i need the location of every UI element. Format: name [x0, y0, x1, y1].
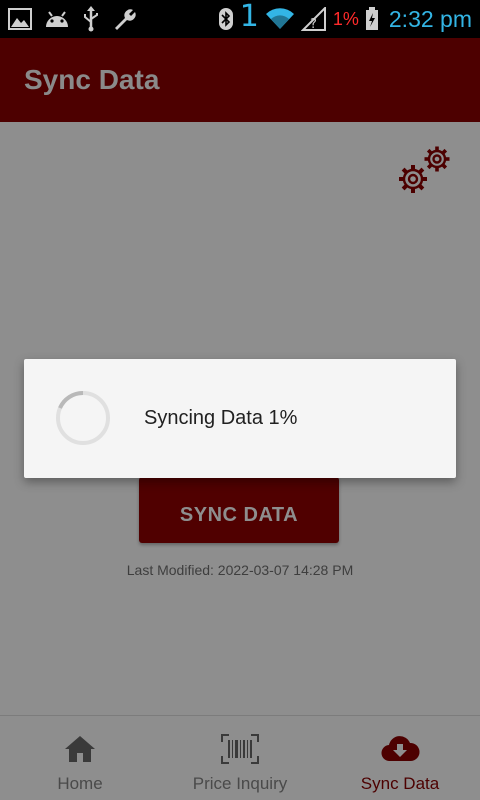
barcode-scan-icon: [221, 732, 259, 766]
wifi-icon: [265, 6, 295, 32]
nav-label-price-inquiry: Price Inquiry: [192, 774, 288, 793]
nav-label-home: Home: [57, 774, 103, 793]
battery-charging-icon: [365, 6, 379, 32]
nav-item-home[interactable]: Home: [0, 716, 160, 800]
status-bar: 1 ? 1% 2:32 pm: [0, 0, 480, 38]
svg-text:?: ?: [310, 17, 317, 31]
signal-icon: ?: [300, 6, 327, 32]
network-indicator: 1: [239, 0, 259, 34]
status-time: 2:32 pm: [388, 5, 472, 32]
bluetooth-icon: [218, 6, 234, 32]
image-icon: [8, 6, 32, 32]
cloud-download-icon: [380, 732, 420, 766]
app-bar: Sync Data: [0, 38, 480, 122]
progress-dialog: Syncing Data 1%: [24, 359, 456, 478]
loading-spinner: [56, 390, 110, 445]
bottom-navigation: Home Price Inquiry Sync Data: [0, 715, 480, 800]
page-title: Sync Data: [24, 64, 160, 95]
nav-label-sync-data: Sync Data: [360, 774, 440, 793]
dialog-message: Syncing Data 1%: [144, 407, 298, 429]
battery-percent: 1%: [332, 8, 359, 29]
sync-data-button[interactable]: SYNC DATA: [139, 477, 339, 543]
android-icon: [44, 6, 70, 32]
home-icon: [64, 732, 96, 766]
last-modified-text: Last Modified: 2022-03-07 14:28 PM: [126, 562, 354, 578]
nav-item-price-inquiry[interactable]: Price Inquiry: [160, 716, 320, 800]
gears-icon: [399, 146, 450, 193]
wrench-icon: [112, 6, 138, 32]
settings-button[interactable]: [393, 144, 455, 198]
nav-item-sync-data[interactable]: Sync Data: [320, 716, 480, 800]
usb-icon: [82, 6, 100, 32]
